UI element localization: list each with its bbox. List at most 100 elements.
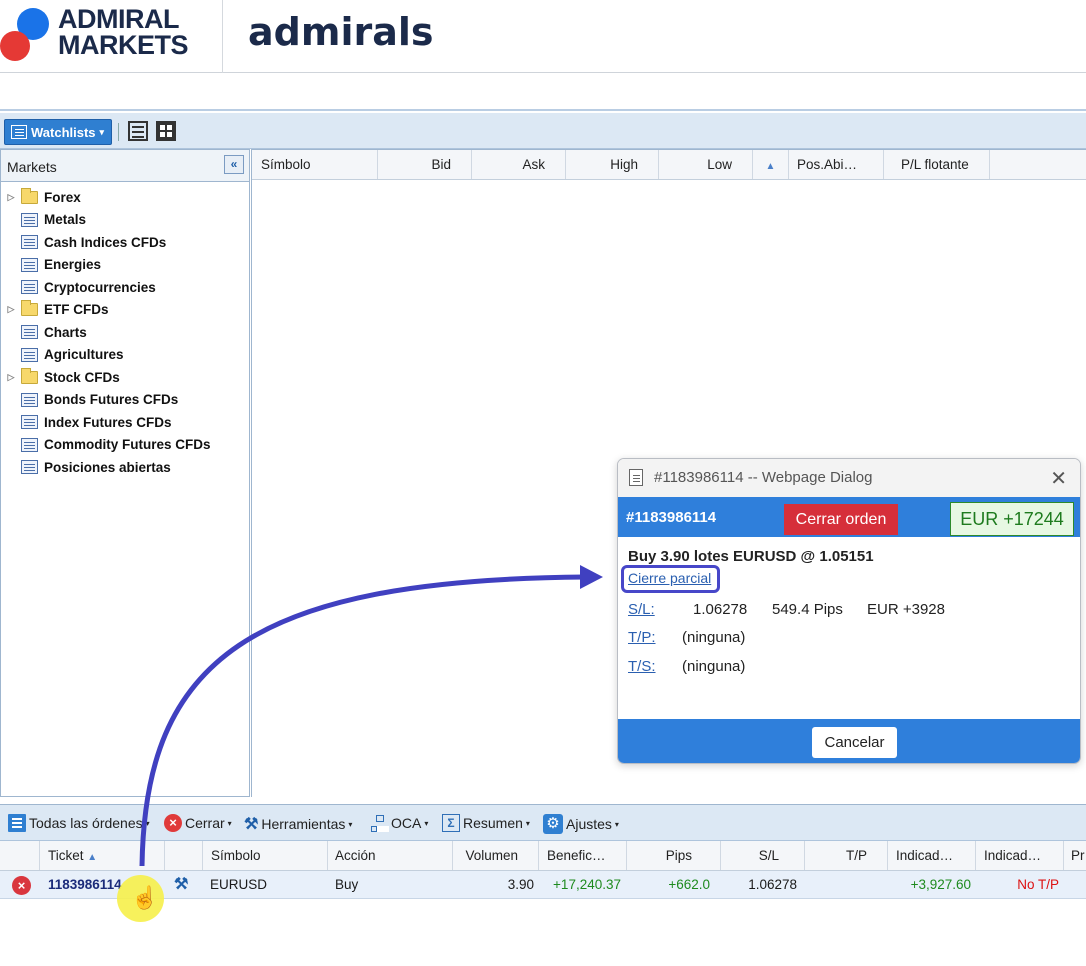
partial-close-link[interactable]: Cierre parcial [628, 570, 711, 586]
close-order-button[interactable]: Cerrar orden [784, 504, 898, 535]
summary-menu[interactable]: Σ Resumen ▾ [442, 814, 530, 832]
order-summary: Buy 3.90 lotes EURUSD @ 1.05151 [628, 548, 874, 565]
col-price[interactable]: Pr [1064, 841, 1086, 870]
list-view-icon[interactable] [128, 121, 148, 141]
close-label: Cerrar [185, 815, 225, 831]
settings-menu[interactable]: ⚙ Ajustes ▾ [543, 814, 619, 834]
col-floating-pl[interactable]: P/L flotante [884, 150, 990, 179]
col-low[interactable]: Low [659, 150, 753, 179]
ts-value: (ninguna) [682, 658, 746, 675]
col-symbol[interactable]: Símbolo [203, 841, 328, 870]
chevron-down-icon: ▾ [614, 819, 619, 829]
watchlists-button[interactable]: Watchlists ▾ [4, 119, 113, 145]
tree-item[interactable]: Cryptocurrencies [1, 276, 249, 299]
admiral-markets-logo-mark [0, 0, 60, 73]
col-action[interactable]: Acción [328, 841, 453, 870]
dialog-footer: Cancelar [618, 719, 1080, 763]
col-tools [165, 841, 203, 870]
list-icon [21, 392, 38, 407]
list-icon [21, 460, 38, 475]
folder-icon [21, 187, 38, 204]
tree-item[interactable]: Commodity Futures CFDs [1, 434, 249, 457]
pl-badge: EUR +17244 [950, 502, 1074, 536]
col-sort[interactable]: ▲ [753, 150, 789, 179]
tree-item[interactable]: Charts [1, 321, 249, 344]
order-action: Buy [335, 877, 359, 892]
order-dialog: #1183986114 -- Webpage Dialog ✕ #1183986… [617, 458, 1081, 764]
col-indicator-2[interactable]: Indicad… [976, 841, 1064, 870]
close-menu[interactable]: × Cerrar ▾ [164, 814, 232, 832]
tree-item[interactable]: ▷ ETF CFDs [1, 299, 249, 322]
markets-title: Markets [7, 159, 57, 175]
col-indicator-1[interactable]: Indicad… [888, 841, 976, 870]
col-bid[interactable]: Bid [378, 150, 472, 179]
dialog-title: #1183986114 -- Webpage Dialog [654, 469, 873, 486]
chevron-down-icon: ▾ [525, 818, 530, 828]
tree-item[interactable]: Cash Indices CFDs [1, 231, 249, 254]
order-ticket[interactable]: 1183986114 [48, 871, 122, 899]
col-close [0, 841, 40, 870]
col-high[interactable]: High [566, 150, 659, 179]
sl-value: 1.06278 [693, 601, 748, 618]
col-open-positions[interactable]: Pos.Abi… [789, 150, 884, 179]
orders-panel: Todas las órdenes ▾ × Cerrar ▾ ⚒ Herrami… [0, 804, 1086, 966]
col-profit[interactable]: Benefic… [539, 841, 627, 870]
logo-red-dot [0, 31, 30, 61]
all-orders-menu[interactable]: Todas las órdenes ▾ [8, 814, 150, 832]
col-pips[interactable]: Pips [627, 841, 721, 870]
chevron-down-icon: ▾ [348, 819, 353, 829]
tp-link[interactable]: T/P: [628, 629, 656, 646]
sl-pips: 549.4 Pips [772, 601, 843, 618]
col-ticket[interactable]: Ticket ▲ [40, 841, 165, 870]
tools-icon: ⚒ [244, 816, 259, 833]
close-icon: × [164, 814, 182, 832]
order-indicator-2: No T/P [1017, 877, 1059, 892]
tools-icon[interactable]: ⚒ [174, 871, 188, 899]
col-ask[interactable]: Ask [472, 150, 566, 179]
close-icon[interactable]: ✕ [1050, 466, 1067, 491]
chevron-down-icon: ▾ [145, 818, 150, 828]
tree-item-label: Commodity Futures CFDs [44, 437, 211, 453]
admirals-logo: admirals [248, 10, 434, 54]
order-sl: 1.06278 [748, 877, 797, 892]
tree-item[interactable]: Bonds Futures CFDs [1, 389, 249, 412]
order-pips: +662.0 [668, 877, 710, 892]
sl-link[interactable]: S/L: [628, 601, 655, 618]
tree-item[interactable]: ▷ Stock CFDs [1, 366, 249, 389]
tree-item[interactable]: ▷ Forex [1, 186, 249, 209]
close-position-icon[interactable]: × [12, 876, 31, 895]
folder-icon [21, 367, 38, 384]
tree-item-label: Index Futures CFDs [44, 414, 172, 430]
grid-view-icon[interactable] [156, 121, 176, 141]
tools-label: Herramientas [261, 816, 346, 832]
dialog-titlebar: #1183986114 -- Webpage Dialog ✕ [618, 459, 1080, 497]
tree-item[interactable]: Metals [1, 209, 249, 232]
col-tp[interactable]: T/P [805, 841, 888, 870]
cancel-button[interactable]: Cancelar [812, 727, 897, 758]
tree-item[interactable]: Index Futures CFDs [1, 411, 249, 434]
ts-link[interactable]: T/S: [628, 658, 656, 675]
list-icon [21, 325, 38, 340]
list-icon [21, 347, 38, 362]
tree-item-label: Charts [44, 324, 87, 340]
expand-arrow-icon[interactable]: ▷ [1, 372, 21, 383]
col-symbol[interactable]: Símbolo [252, 150, 378, 179]
tools-menu[interactable]: ⚒ Herramientas ▾ [244, 814, 352, 834]
oca-menu[interactable]: OCA ▾ [370, 814, 428, 832]
list-icon [21, 257, 38, 272]
col-volume[interactable]: Volumen [453, 841, 539, 870]
tree-item-label: Cryptocurrencies [44, 279, 156, 295]
list-icon [21, 280, 38, 295]
col-sl[interactable]: S/L [721, 841, 805, 870]
watchlist-icon [11, 125, 27, 139]
tree-item[interactable]: Posiciones abiertas [1, 456, 249, 479]
hierarchy-icon [370, 814, 388, 832]
settings-label: Ajustes [566, 816, 612, 832]
expand-arrow-icon[interactable]: ▷ [1, 192, 21, 203]
order-tp [805, 871, 881, 899]
tree-item[interactable]: Energies [1, 254, 249, 277]
collapse-panel-icon[interactable]: « [224, 155, 244, 174]
expand-arrow-icon[interactable]: ▷ [1, 304, 21, 315]
watchlist-header-row: Símbolo Bid Ask High Low ▲ Pos.Abi… P/L … [252, 150, 1086, 180]
tree-item[interactable]: Agricultures [1, 344, 249, 367]
